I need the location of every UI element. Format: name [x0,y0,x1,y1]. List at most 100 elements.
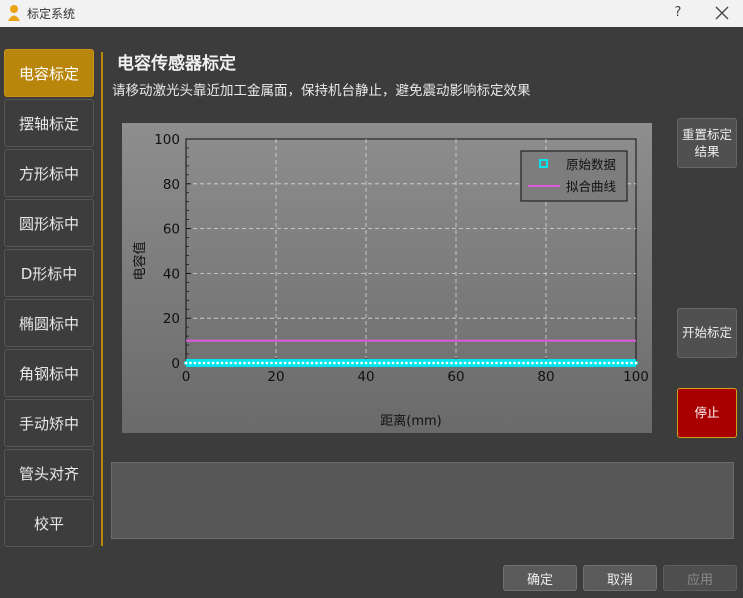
raw-data-point [184,361,188,365]
sidebar-item-label: 校平 [33,514,64,533]
raw-data-point [274,361,278,365]
raw-data-point [584,361,589,365]
sidebar-item-manual-centering[interactable]: 手动矫中 [4,399,94,447]
sidebar-item-label: 角钢标中 [18,364,79,383]
raw-data-point [373,361,377,365]
raw-data-point [377,361,382,365]
raw-data-point [580,361,584,365]
raw-data-point [454,361,458,365]
raw-data-point [215,361,220,365]
raw-data-point [629,361,634,365]
raw-data-point [562,361,566,365]
legend-fit-curve-label: 拟合曲线 [566,179,617,194]
x-tick-label: 60 [447,369,464,385]
raw-data-point [445,361,449,365]
sidebar-item-ellipse-centering[interactable]: 椭圆标中 [4,299,94,347]
raw-data-point [341,361,346,365]
sidebar-item-round-centering[interactable]: 圆形标中 [4,199,94,247]
raw-data-point [508,361,512,365]
start-calibration-button[interactable]: 开始标定 [677,308,737,358]
raw-data-point [440,361,445,365]
sidebar-item-square-centering[interactable]: 方形标中 [4,149,94,197]
sidebar-item-label: 椭圆标中 [18,314,79,333]
sidebar-item-label: D形标中 [20,264,78,283]
sidebar-item-d-shape-centering[interactable]: D形标中 [4,249,94,297]
raw-data-point [319,361,323,365]
sidebar-item-swing-axis-calibration[interactable]: 摆轴标定 [4,99,94,147]
raw-data-point [242,361,247,365]
raw-data-point [436,361,440,365]
close-button[interactable] [709,2,735,24]
x-axis-label: 距离(mm) [380,413,441,429]
stop-button[interactable]: 停止 [677,388,737,438]
log-output-area[interactable] [111,462,734,539]
raw-data-point [350,361,355,365]
raw-data-point [197,361,202,365]
sidebar-divider [101,52,103,546]
window-title: 标定系统 [27,7,76,21]
y-tick-label: 60 [163,222,180,238]
raw-data-point [359,361,364,365]
raw-data-point [283,361,287,365]
raw-data-point [463,361,467,365]
raw-data-point [328,361,332,365]
raw-data-point [566,361,571,365]
raw-data-point [296,361,301,365]
y-tick-label: 0 [171,356,180,372]
raw-data-point [211,361,215,365]
raw-data-point [323,361,328,365]
reset-calibration-button[interactable]: 重置标定 结果 [677,118,737,168]
raw-data-point [476,361,481,365]
x-tick-label: 20 [267,369,284,385]
raw-data-point [256,361,260,365]
raw-data-point [530,361,535,365]
raw-data-point [395,361,400,365]
sidebar-item-leveling[interactable]: 校平 [4,499,94,547]
sidebar-item-capacitance-calibration[interactable]: 电容标定 [4,49,94,97]
ok-button[interactable]: 确定 [503,565,577,591]
raw-data-point [607,361,611,365]
apply-button[interactable]: 应用 [663,565,737,591]
raw-data-point [602,361,607,365]
raw-data-point [364,361,368,365]
raw-data-point [467,361,472,365]
raw-data-point [634,361,638,365]
chart-svg: 0 20 40 60 80 100 0 20 40 60 80 100 原始数据 拟合曲线 距离(mm… [132,132,649,429]
cancel-button[interactable]: 取消 [583,565,657,591]
raw-data-point [220,361,224,365]
help-button[interactable]: ? [668,3,688,23]
title-bar: 标定系统 ? [0,0,743,27]
raw-data-point [310,361,314,365]
raw-data-point [598,361,602,365]
raw-data-point [332,361,337,365]
raw-data-point [391,361,395,365]
reset-calibration-label-line1: 重置标定 [681,126,732,142]
raw-data-point [301,361,305,365]
raw-data-point [458,361,463,365]
raw-data-point [260,361,265,365]
legend-raw-data-label: 原始数据 [566,157,616,172]
raw-data-point [314,361,319,365]
raw-data-point [485,361,490,365]
raw-data-point [431,361,436,365]
raw-data-point [611,361,616,365]
sidebar-item-tube-head-align[interactable]: 管头对齐 [4,449,94,497]
raw-data-point [499,361,503,365]
y-tick-label: 100 [154,132,180,148]
raw-data-point [535,361,539,365]
raw-data-point [251,361,256,365]
raw-data-point [404,361,409,365]
sidebar-item-angle-steel-centering[interactable]: 角钢标中 [4,349,94,397]
raw-data-point [346,361,350,365]
raw-data-point [418,361,422,365]
y-axis-label: 电容值 [132,241,148,280]
page-title: 电容传感器标定 [117,54,236,74]
raw-data-point [616,361,620,365]
y-tick-label: 40 [163,266,180,282]
stop-label: 停止 [694,405,720,421]
y-tick-label: 80 [163,177,180,193]
raw-data-point [386,361,391,365]
raw-data-point [269,361,274,365]
raw-data-point [575,361,580,365]
ok-label: 确定 [526,572,553,588]
